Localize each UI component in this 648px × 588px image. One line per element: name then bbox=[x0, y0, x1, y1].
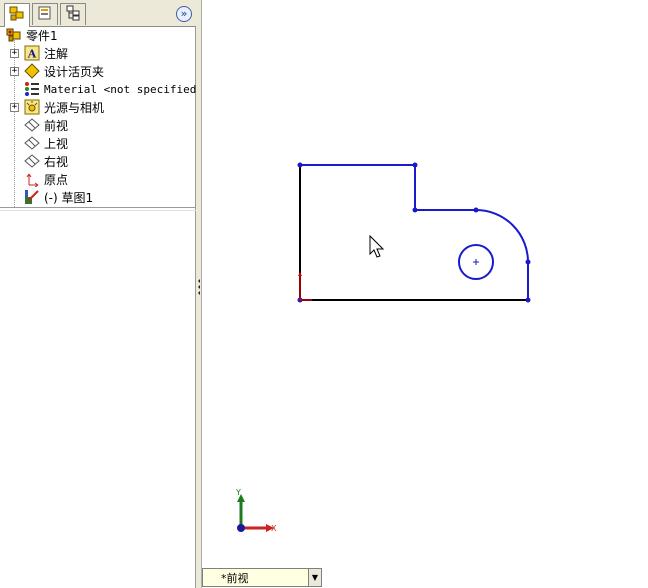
sketch-origin-icon bbox=[298, 272, 312, 301]
view-statusbar: *前视 ▼ bbox=[202, 568, 648, 588]
lights-cameras-icon bbox=[24, 99, 40, 115]
design-binder-icon bbox=[24, 63, 40, 79]
tree-item-sketch1[interactable]: (-) 草图1 bbox=[24, 189, 93, 205]
mouse-cursor-icon bbox=[369, 234, 385, 258]
tab-configuration-manager[interactable] bbox=[60, 3, 86, 25]
sketch-canvas[interactable]: Y X bbox=[202, 0, 648, 568]
tree-bottom-divider bbox=[0, 207, 196, 211]
expand-toggle-design-binder[interactable]: + bbox=[10, 67, 19, 76]
sketch-circle[interactable] bbox=[458, 244, 494, 280]
feature-tree: 零件1 + A 注解 + 设计活页夹 Material <not specifi… bbox=[0, 27, 203, 207]
plane-icon bbox=[24, 153, 40, 169]
tree-item-right-plane[interactable]: 右视 bbox=[24, 153, 68, 169]
annotations-icon: A bbox=[24, 45, 40, 61]
tree-item-annotations[interactable]: A 注解 bbox=[24, 45, 68, 61]
tree-item-design-binder[interactable]: 设计活页夹 bbox=[24, 63, 104, 79]
tree-item-front-plane[interactable]: 前视 bbox=[24, 117, 68, 133]
expand-toggle-annotations[interactable]: + bbox=[10, 49, 19, 58]
material-icon bbox=[24, 81, 40, 97]
tree-item-lights-cameras[interactable]: 光源与相机 bbox=[24, 99, 104, 115]
graphics-viewport[interactable]: Y X bbox=[202, 0, 648, 568]
tree-item-label: 原点 bbox=[44, 172, 69, 187]
tree-item-top-plane[interactable]: 上视 bbox=[24, 135, 68, 151]
tree-item-label: 注解 bbox=[44, 46, 69, 61]
view-triad-icon: Y X bbox=[235, 488, 277, 533]
tree-item-label: 上视 bbox=[44, 136, 69, 151]
tree-item-label: 设计活页夹 bbox=[44, 64, 105, 79]
triad-x-label: X bbox=[271, 524, 277, 533]
expand-toggle-lights-cameras[interactable]: + bbox=[10, 103, 19, 112]
feature-manager-tabbar: » bbox=[0, 0, 196, 27]
origin-icon bbox=[24, 171, 40, 187]
tree-item-label: 光源与相机 bbox=[44, 100, 105, 115]
view-name-text: *前视 bbox=[221, 571, 249, 585]
view-name-dropdown[interactable]: *前视 ▼ bbox=[202, 568, 322, 587]
splitter-grip-icon[interactable] bbox=[197, 275, 201, 299]
feature-manager-panel: » 零件1 + A 注解 + 设计活页夹 Material <not speci… bbox=[0, 0, 203, 588]
feature-tree-icon bbox=[9, 6, 25, 25]
tree-item-label: (-) 草图1 bbox=[44, 190, 94, 205]
tab-feature-tree[interactable] bbox=[4, 3, 30, 27]
tree-root-part[interactable]: 零件1 bbox=[6, 27, 58, 43]
part-icon bbox=[6, 27, 22, 43]
tree-item-label: Material <not specified> bbox=[44, 82, 203, 96]
tree-item-label: 右视 bbox=[44, 154, 69, 169]
svg-text:A: A bbox=[27, 48, 37, 61]
property-manager-icon bbox=[37, 5, 53, 24]
tree-item-label: 前视 bbox=[44, 118, 69, 133]
double-chevron-right-icon: » bbox=[180, 7, 188, 20]
tree-item-origin[interactable]: 原点 bbox=[24, 171, 68, 187]
sketch-profile[interactable] bbox=[299, 164, 529, 301]
plane-icon bbox=[24, 135, 40, 151]
expand-panel-button[interactable]: » bbox=[176, 6, 192, 22]
triad-y-label: Y bbox=[235, 488, 241, 497]
plane-icon bbox=[24, 117, 40, 133]
configuration-manager-icon bbox=[65, 5, 81, 24]
tab-property-manager[interactable] bbox=[32, 3, 58, 25]
dropdown-arrow-icon[interactable]: ▼ bbox=[308, 569, 321, 586]
tree-root-label: 零件1 bbox=[26, 28, 58, 43]
sketch-icon bbox=[24, 189, 40, 205]
tree-item-material[interactable]: Material <not specified> bbox=[24, 81, 203, 97]
